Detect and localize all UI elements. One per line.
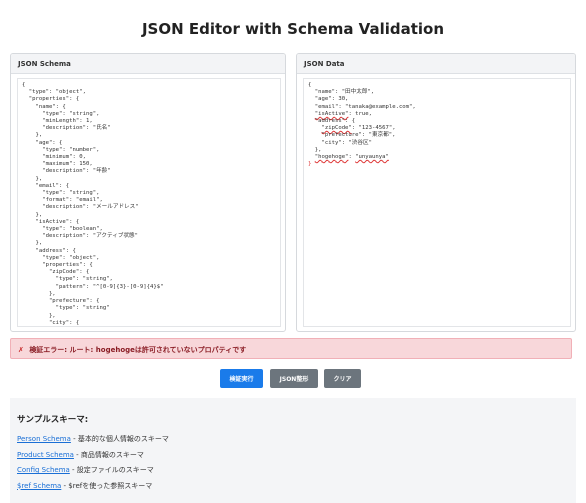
format-json-button[interactable]: JSON整形 — [270, 369, 318, 388]
schema-code-line: "type": "string", — [22, 276, 113, 283]
schema-code-line: }, — [22, 312, 56, 319]
validation-error-banner: ✗ 検証エラー: ルート: hogehogeは許可されていないプロパティです — [10, 338, 572, 359]
code-text: }, — [314, 146, 322, 153]
code-text: "age": 30, — [314, 96, 349, 103]
schema-code[interactable]: { "type": "object", "properties": { "nam… — [22, 82, 276, 326]
schema-code-line: "type": "number", — [22, 146, 100, 153]
data-code-line: "city": "渋谷区" — [308, 140, 566, 147]
schema-code-line: "description": "メールアドレス" — [22, 204, 139, 211]
schema-code-line: }, — [22, 211, 43, 218]
schema-code-line: "properties": { — [22, 96, 80, 103]
data-code[interactable]: { "name": "田中太郎", "age": 30, "email": "t… — [308, 82, 566, 168]
config-schema-link[interactable]: Config Schema — [17, 466, 70, 474]
code-text: : true, — [348, 110, 373, 117]
schema-code-line: "isActive": { — [22, 218, 80, 225]
code-text: } — [308, 161, 312, 168]
sample-desc: - 基本的な個人情報のスキーマ — [70, 435, 169, 443]
data-code-line: "prefecture": "東京都", — [308, 132, 566, 139]
schema-code-line: "type": "string", — [22, 110, 100, 117]
schema-code-line: "type": "string", — [22, 190, 100, 197]
sample-schemas-section: サンプルスキーマ: Person Schema - 基本的な個人情報のスキーマ … — [10, 398, 576, 503]
error-key: "hogehoge" — [314, 154, 349, 161]
schema-editor[interactable]: { "type": "object", "properties": { "nam… — [17, 78, 281, 327]
schema-panel: JSON Schema { "type": "object", "propert… — [10, 53, 286, 332]
error-icon: ✗ — [18, 346, 24, 354]
data-editor[interactable]: { "name": "田中太郎", "age": 30, "email": "t… — [303, 78, 571, 327]
schema-code-line: "address": { — [22, 247, 76, 254]
schema-code-line: "name": { — [22, 103, 66, 110]
page-title: JSON Editor with Schema Validation — [141, 20, 445, 38]
schema-panel-header: JSON Schema — [11, 54, 285, 74]
schema-code-line: "minimum": 0, — [22, 154, 86, 161]
data-code-line: "isActive": true, — [308, 111, 566, 118]
data-code-line: "email": "tanaka@example.com", — [308, 104, 566, 111]
schema-code-line: "zipCode": { — [22, 269, 90, 276]
data-code-line: } — [308, 161, 566, 168]
sample-schemas-title: サンプルスキーマ: — [17, 415, 89, 425]
data-code-line: "age": 30, — [308, 96, 566, 103]
schema-code-line: "prefecture": { — [22, 298, 100, 305]
person-schema-link[interactable]: Person Schema — [17, 435, 71, 443]
code-text: : "123-4567", — [351, 125, 396, 132]
sample-item-config: Config Schema - 設定ファイルのスキーマ — [17, 465, 569, 481]
validate-button[interactable]: 検証実行 — [220, 369, 263, 388]
sample-desc: - 商品情報のスキーマ — [73, 450, 144, 459]
code-text: "address": { — [314, 118, 356, 125]
product-schema-link[interactable]: Product Schema — [17, 451, 74, 459]
schema-code-line: }, — [22, 290, 56, 297]
schema-code-line: "city": { — [22, 319, 80, 326]
schema-code-line: "description": "アクティブ状態" — [22, 233, 138, 240]
schema-code-line: "type": "object", — [22, 254, 100, 261]
error-key: "isActive" — [314, 110, 349, 117]
error-message: 検証エラー: ルート: hogehogeは許可されていないプロパティです — [29, 346, 247, 354]
code-text: "city": "渋谷区" — [321, 139, 372, 146]
error-key: "zipCode" — [321, 125, 352, 132]
schema-code-line: "pattern": "^[0-9]{3}-[0-9]{4}$" — [22, 283, 164, 290]
clear-button[interactable]: クリア — [324, 369, 361, 388]
code-text: "email": "tanaka@example.com", — [314, 103, 416, 110]
sample-desc: - $refを使った参照スキーマ — [61, 481, 153, 490]
sample-item-person: Person Schema - 基本的な個人情報のスキーマ — [17, 434, 569, 450]
code-text: "name": "田中太郎", — [314, 89, 375, 96]
sample-item-product: Product Schema - 商品情報のスキーマ — [17, 450, 569, 466]
data-code-line: "address": { — [308, 118, 566, 125]
ref-schema-link[interactable]: $ref Schema — [17, 482, 61, 490]
code-text: "prefecture": "東京都", — [321, 132, 396, 139]
schema-code-line: "type": "object", — [22, 89, 86, 96]
schema-code-line: "properties": { — [22, 262, 93, 269]
data-code-line: }, — [308, 147, 566, 154]
data-code-line: "hogehoge": "unyaunya" — [308, 154, 566, 161]
schema-code-line: }, — [22, 175, 43, 182]
schema-code-line: { — [22, 82, 26, 88]
schema-code-line: "description": "氏名" — [22, 125, 111, 132]
data-panel-header: JSON Data — [297, 54, 575, 74]
schema-code-line: "type": "string" — [22, 305, 110, 312]
data-panel: JSON Data { "name": "田中太郎", "age": 30, "… — [296, 53, 576, 332]
schema-code-line: "description": "年齢" — [22, 168, 111, 175]
sample-item-ref: $ref Schema - $refを使った参照スキーマ — [17, 481, 569, 497]
action-buttons: 検証実行 JSON整形 クリア — [0, 369, 586, 388]
error-value: "unyaunya" — [355, 154, 389, 161]
schema-code-line: "age": { — [22, 139, 63, 146]
schema-code-line: }, — [22, 132, 43, 139]
schema-code-line: }, — [22, 240, 43, 247]
schema-code-line: "email": { — [22, 182, 70, 189]
data-code-line: "name": "田中太郎", — [308, 89, 566, 96]
sample-desc: - 設定ファイルのスキーマ — [69, 466, 154, 474]
code-text: { — [308, 82, 312, 88]
